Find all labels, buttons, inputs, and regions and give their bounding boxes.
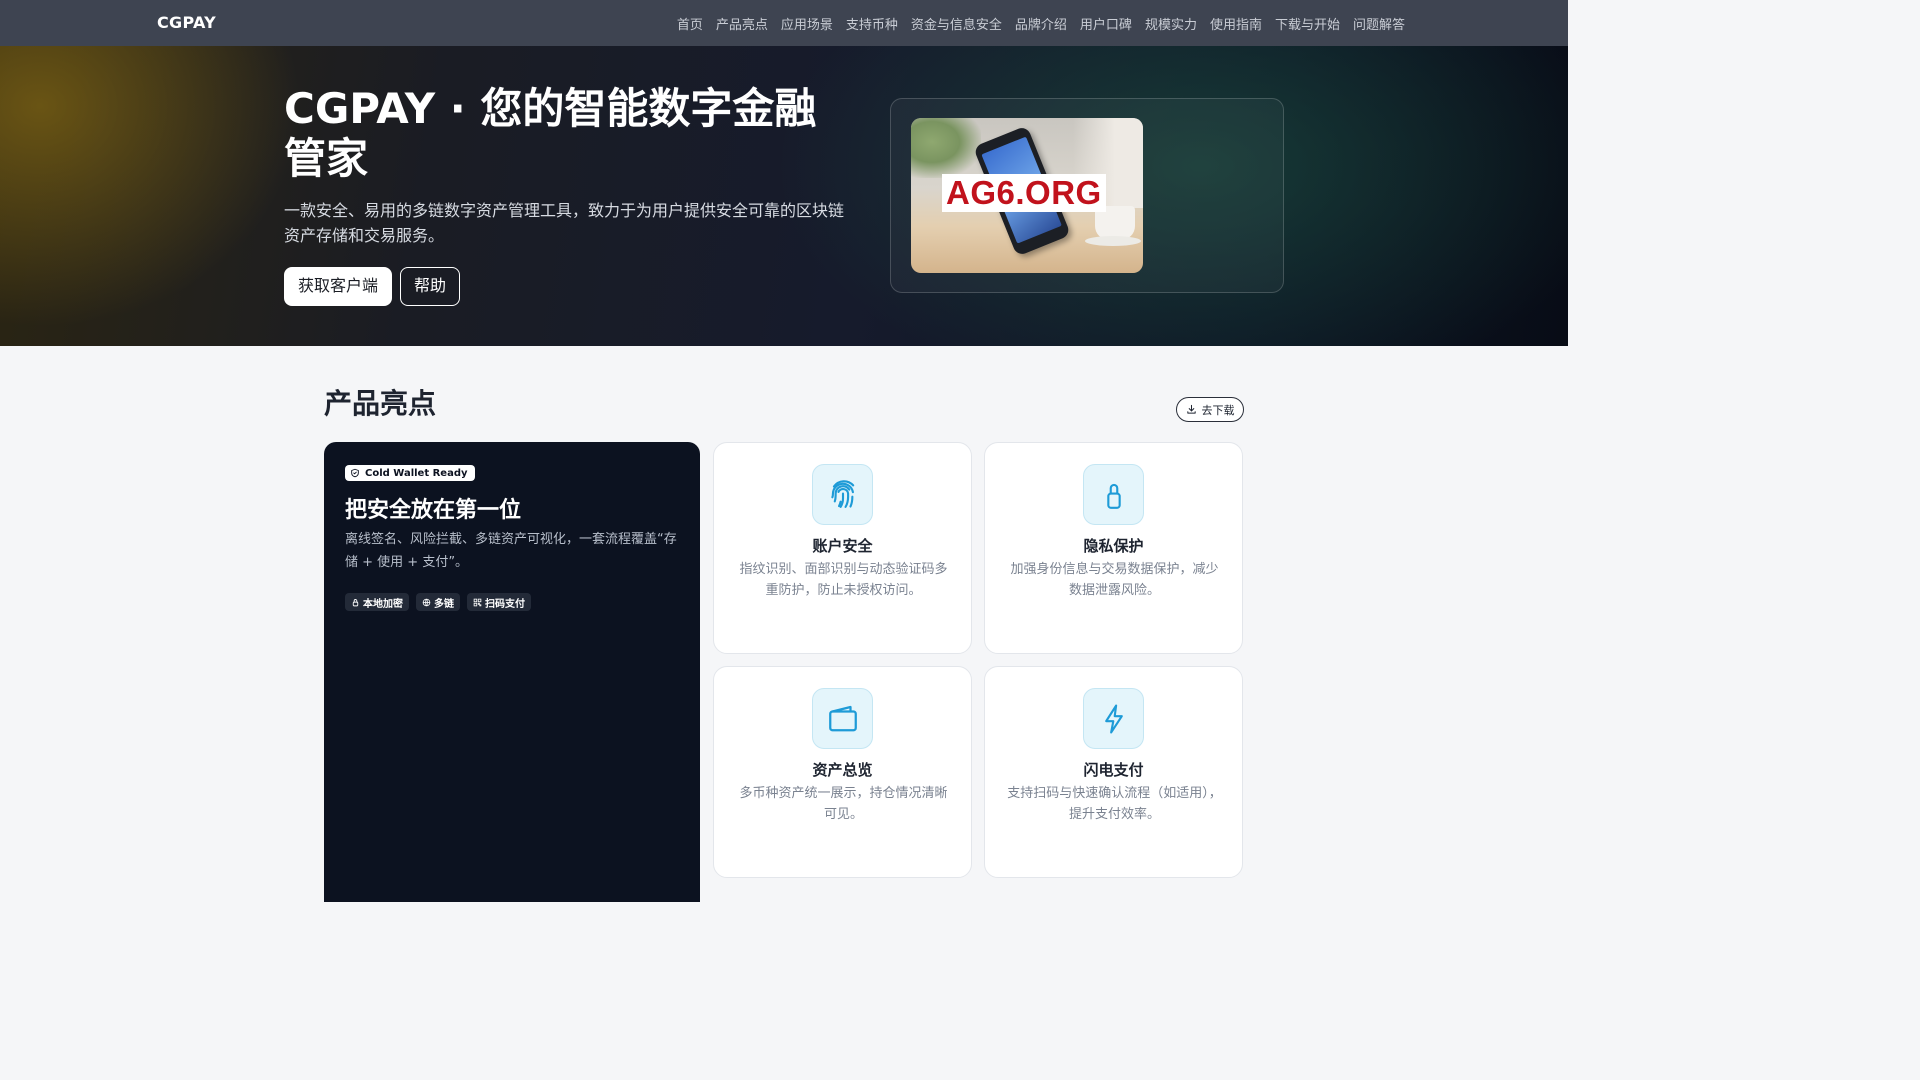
- go-download-button[interactable]: 去下载: [1176, 397, 1244, 422]
- saucer-illustration: [1085, 236, 1141, 246]
- chip-label: 多链: [434, 598, 454, 610]
- hero-title: CGPAY · 您的智能数字金融管家: [284, 84, 817, 183]
- fingerprint-icon: [830, 479, 854, 508]
- nav-link-security[interactable]: 资金与信息安全: [911, 14, 1002, 33]
- nav-link-brand[interactable]: 品牌介绍: [1015, 14, 1067, 33]
- feature-card-privacy[interactable]: 隐私保护 加强身份信息与交易数据保护，减少数据泄露风险。: [984, 442, 1243, 654]
- nav-link-highlights[interactable]: 产品亮点: [716, 14, 768, 33]
- hero-subtitle: 一款安全、易用的多链数字资产管理工具，致力于为用户提供安全可靠的区块链资产存储和…: [284, 201, 845, 245]
- nav-link-scale[interactable]: 规模实力: [1145, 14, 1197, 33]
- nav-link-home[interactable]: 首页: [677, 14, 703, 33]
- lock-icon: [352, 598, 359, 606]
- feature-icon-box: [812, 688, 873, 749]
- feature-title: 资产总览: [812, 761, 873, 779]
- feature-description: 指纹识别、面部识别与动态验证码多重防护，防止未授权访问。: [739, 562, 948, 598]
- top-navbar: CGPAY 首页 产品亮点 应用场景 支持币种 资金与信息安全 品牌介绍 用户口…: [0, 0, 1568, 46]
- download-icon: [1186, 404, 1196, 414]
- get-client-button[interactable]: 获取客户端: [284, 267, 393, 306]
- qr-code-icon: [473, 598, 482, 606]
- nav-link-reviews[interactable]: 用户口碑: [1080, 14, 1132, 33]
- feature-description: 加强身份信息与交易数据保护，减少数据泄露风险。: [1010, 562, 1219, 598]
- badge-label: Cold Wallet Ready: [365, 467, 468, 479]
- plant-decoration: [911, 118, 981, 178]
- wallet-icon: [828, 705, 857, 731]
- feature-card-asset-overview[interactable]: 资产总览 多币种资产统一展示，持仓情况清晰可见。: [713, 666, 972, 878]
- nav-link-guide[interactable]: 使用指南: [1210, 14, 1262, 33]
- feature-card-lightning-pay[interactable]: 闪电支付 支持扫码与快速确认流程（如适用），提升支付效率。: [984, 666, 1243, 878]
- feature-description: 支持扫码与快速确认流程（如适用），提升支付效率。: [1007, 786, 1222, 822]
- globe-icon: [422, 598, 431, 606]
- feature-chips: 本地加密 多链 扫码支付: [345, 593, 531, 611]
- shield-check-icon: [351, 468, 359, 478]
- chip-label: 扫码支付: [485, 598, 525, 610]
- feature-icon-box: [1083, 688, 1144, 749]
- hero-section: CGPAY · 您的智能数字金融管家 一款安全、易用的多链数字资产管理工具，致力…: [0, 46, 1568, 346]
- help-button[interactable]: 帮助: [400, 267, 461, 306]
- feature-card-account-security[interactable]: 账户安全 指纹识别、面部识别与动态验证码多重防护，防止未授权访问。: [713, 442, 972, 654]
- nav-link-scenarios[interactable]: 应用场景: [781, 14, 833, 33]
- hero-image-card: AG6.ORG: [890, 98, 1284, 293]
- nav-menu: 首页 产品亮点 应用场景 支持币种 资金与信息安全 品牌介绍 用户口碑 规模实力…: [677, 0, 1405, 46]
- feature-description: 多币种资产统一展示，持仓情况清晰可见。: [739, 786, 948, 822]
- chip-multichain: 多链: [416, 593, 460, 611]
- go-download-label: 去下载: [1201, 403, 1235, 417]
- cold-wallet-badge: Cold Wallet Ready: [345, 465, 475, 481]
- brand-logo[interactable]: CGPAY: [157, 13, 216, 32]
- featured-description: 离线签名、风险拦截、多链资产可视化，一套流程覆盖“存储 + 使用 + 支付”。: [345, 532, 677, 570]
- hero-phone-image: AG6.ORG: [911, 118, 1143, 273]
- section-title: 产品亮点: [324, 387, 437, 420]
- lock-icon: [1106, 483, 1121, 509]
- chip-label: 本地加密: [363, 598, 403, 610]
- featured-security-card: Cold Wallet Ready 把安全放在第一位 离线签名、风险拦截、多链资…: [324, 442, 700, 902]
- feature-title: 闪电支付: [1083, 761, 1144, 779]
- feature-icon-box: [1083, 464, 1144, 525]
- chip-local-encryption: 本地加密: [345, 593, 409, 611]
- chip-qr-pay: 扫码支付: [467, 593, 531, 611]
- feature-title: 隐私保护: [1083, 537, 1144, 555]
- nav-link-download[interactable]: 下载与开始: [1275, 14, 1340, 33]
- image-watermark-label: AG6.ORG: [942, 174, 1106, 212]
- nav-link-faq[interactable]: 问题解答: [1353, 14, 1405, 33]
- feature-title: 账户安全: [812, 537, 873, 555]
- featured-title: 把安全放在第一位: [345, 498, 522, 523]
- lightning-icon: [1104, 703, 1123, 734]
- feature-icon-box: [812, 464, 873, 525]
- nav-link-currencies[interactable]: 支持币种: [846, 14, 898, 33]
